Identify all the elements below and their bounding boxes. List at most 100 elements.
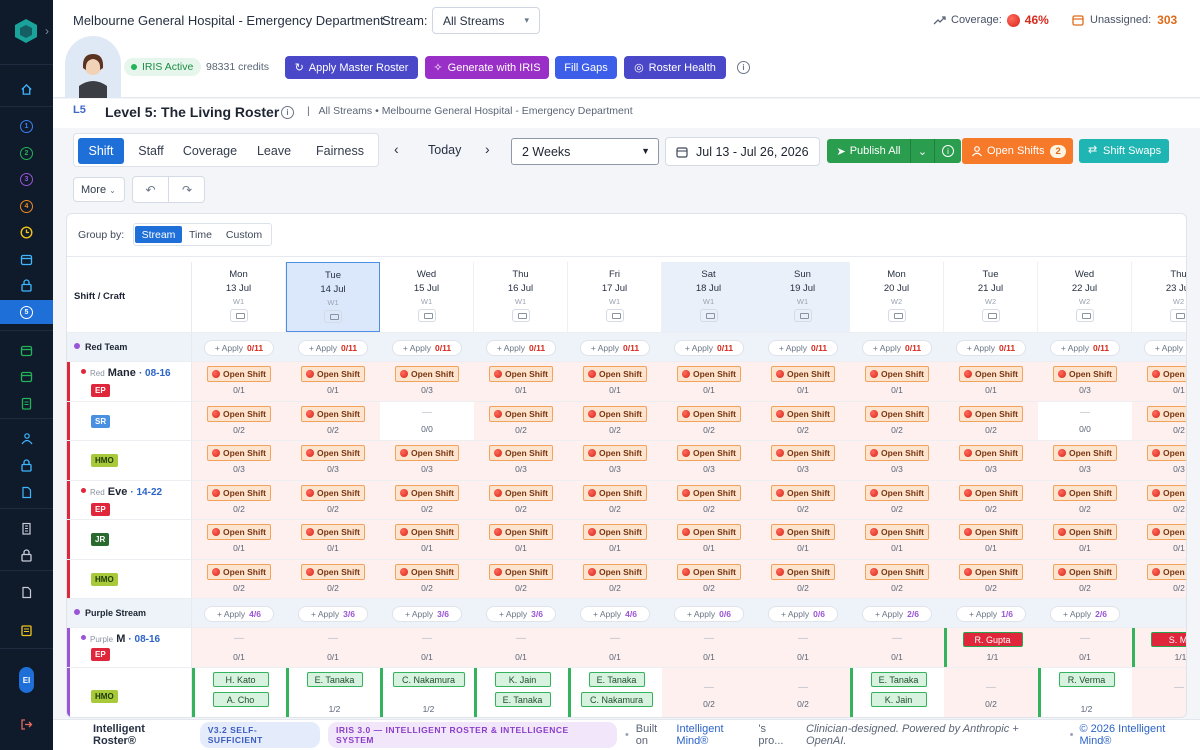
open-shift-button[interactable]: Open Shift [865, 366, 929, 382]
assigned-staff-pill[interactable]: A. Cho [212, 692, 269, 707]
day-header[interactable]: Sat 18 Jul W1 [662, 262, 756, 332]
level-4-icon[interactable]: 4 [0, 194, 53, 218]
roster-cell[interactable]: — 0/1 [850, 628, 944, 668]
open-shift-button[interactable]: Open Shift [301, 524, 365, 540]
publish-all-button[interactable]: ➤ Publish All [827, 139, 910, 163]
open-shift-button[interactable]: Open Shift [583, 366, 647, 382]
open-shift-button[interactable]: Open Shift [677, 405, 741, 422]
shift-swaps-button[interactable]: ⇄ Shift Swaps [1079, 139, 1169, 163]
assigned-staff-pill[interactable]: K. Jain [870, 692, 927, 707]
roster-cell[interactable]: — 0/1 [380, 628, 474, 668]
roster-cell[interactable]: Open Shift 0/1 [944, 362, 1038, 402]
open-shift-button[interactable]: Open Shift [865, 405, 929, 422]
roster-cell[interactable]: Open Shift 0/2 [286, 401, 380, 441]
roster-cell[interactable]: Open Shift 0/2 [286, 559, 380, 599]
roster-cell[interactable]: Open Shift 0/1 [662, 520, 756, 560]
roster-cell[interactable]: C. Nakamura 1/2 [380, 668, 474, 717]
roster-cell[interactable]: Open Shift 0/2 [568, 401, 662, 441]
open-shift-button[interactable]: Open Shift [301, 366, 365, 382]
stream-select[interactable]: All Streams ▾ [432, 7, 540, 34]
open-shift-button[interactable]: Open Shift [489, 484, 553, 501]
roster-cell[interactable]: R. Gupta 1/1 [944, 628, 1038, 668]
roster-cell[interactable]: Open Shift 0/2 [192, 401, 286, 441]
roster-cell[interactable]: Open Shift 0/2 [568, 480, 662, 520]
apply-pill[interactable]: + Apply0/11 [204, 340, 274, 356]
tab-staff[interactable]: Staff [129, 138, 173, 164]
apply-master-roster-button[interactable]: ↻ Apply Master Roster [285, 56, 418, 79]
roster-cell[interactable]: — 0/1 [192, 628, 286, 668]
comment-icon[interactable] [1169, 309, 1186, 322]
roster-cell[interactable]: Open Shift 0/2 [1132, 401, 1186, 441]
assigned-staff-pill[interactable]: E. Tanaka [588, 672, 645, 687]
roster-cell[interactable]: Open Shift 0/3 [756, 441, 850, 481]
apply-pill[interactable]: + Apply 2/6 [862, 606, 932, 622]
open-shift-button[interactable]: Open Shift [677, 366, 741, 382]
apply-pill[interactable]: + Apply 3/6 [298, 606, 368, 622]
assigned-staff-pill[interactable]: R. Gupta [962, 632, 1023, 647]
calendar-icon[interactable] [0, 247, 53, 271]
assigned-staff-pill[interactable]: E. Tanaka [306, 672, 363, 687]
open-shift-button[interactable]: Open Shift [959, 405, 1023, 422]
day-header[interactable]: Mon 13 Jul W1 [192, 262, 286, 332]
roster-cell[interactable]: Open Shift 0/2 [286, 480, 380, 520]
roster-cell[interactable]: E. Tanaka K. Jain [850, 668, 944, 717]
roster-cell[interactable]: E. Tanaka 1/2 [286, 668, 380, 717]
roster-cell[interactable]: — 0/2 [756, 668, 850, 717]
open-shift-button[interactable]: Open Shift [489, 366, 553, 382]
assigned-staff-pill[interactable]: S. Ma [1150, 632, 1186, 647]
roster-cell[interactable]: Open Shift 0/2 [474, 480, 568, 520]
roster-cell[interactable]: Open Shift 0/3 [192, 441, 286, 481]
roster-cell[interactable]: Open Shift 0/1 [850, 520, 944, 560]
generate-iris-button[interactable]: ✧ Generate with IRIS [425, 56, 549, 79]
open-shift-button[interactable]: Open Shift [489, 524, 553, 540]
day-header[interactable]: Thu 16 Jul W1 [474, 262, 568, 332]
roster-cell[interactable]: Open Shift 0/3 [944, 441, 1038, 481]
open-shift-button[interactable]: Open Shift [207, 484, 271, 501]
roster-cell[interactable]: Open Shift 0/1 [1038, 520, 1132, 560]
roster-cell[interactable]: — 0/1 [1038, 628, 1132, 668]
open-shift-button[interactable]: Open Shift [959, 484, 1023, 501]
tab-coverage[interactable]: Coverage [178, 138, 242, 164]
open-shift-button[interactable]: Open Shift [395, 524, 459, 540]
roster-cell[interactable]: Open Shift 0/2 [1038, 480, 1132, 520]
roster-cell[interactable]: Open Shift 0/1 [192, 362, 286, 402]
open-shift-button[interactable]: Open Shift [489, 563, 553, 580]
open-shift-button[interactable]: Open Shift [959, 524, 1023, 540]
open-shift-button[interactable]: Open Shift [583, 524, 647, 540]
prev-icon[interactable]: ‹ [394, 141, 399, 157]
roster-cell[interactable]: Open Shift 0/3 [1038, 362, 1132, 402]
open-shift-button[interactable]: Open Shift [207, 445, 271, 461]
open-shift-button[interactable]: Open Shift [865, 563, 929, 580]
roster-cell[interactable]: Open Shift 0/2 [756, 401, 850, 441]
open-shift-button[interactable]: Open Shift [583, 484, 647, 501]
open-shift-button[interactable]: Open Shift [677, 445, 741, 461]
apply-pill[interactable]: + Apply 0/6 [674, 606, 744, 622]
open-shift-button[interactable]: Open Shift [1053, 563, 1117, 580]
day-header[interactable]: Fri 17 Jul W1 [568, 262, 662, 332]
publish-info-icon[interactable]: i [934, 139, 961, 163]
day-header[interactable]: Wed 22 Jul W2 [1038, 262, 1132, 332]
date-range-picker[interactable]: Jul 13 - Jul 26, 2026 [665, 137, 820, 166]
roster-cell[interactable]: Open Shift 0/3 [1038, 441, 1132, 481]
roster-cell[interactable]: Open Shift 0/1 [474, 362, 568, 402]
apply-pill[interactable]: + Apply0/11 [392, 340, 462, 356]
day-header[interactable]: Tue 21 Jul W2 [944, 262, 1038, 332]
roster-cell[interactable]: Open Shift 0/1 [850, 362, 944, 402]
roster-cell[interactable]: Open Shift 0/1 [380, 520, 474, 560]
open-shift-button[interactable]: Open Shift [583, 563, 647, 580]
open-shift-button[interactable]: Open Shift [395, 563, 459, 580]
apply-pill[interactable]: + Apply 3/6 [392, 606, 462, 622]
fill-gaps-button[interactable]: Fill Gaps [555, 56, 617, 79]
day-header[interactable]: Wed 15 Jul W1 [380, 262, 474, 332]
apply-pill[interactable]: + Apply 1/6 [956, 606, 1026, 622]
roster-health-button[interactable]: ◎ Roster Health [624, 56, 726, 79]
comment-icon[interactable] [981, 309, 1000, 322]
level-5-icon[interactable]: 5 [0, 300, 53, 324]
roster-cell[interactable]: Open Shift 0/1 [568, 362, 662, 402]
roster-cell[interactable]: — 0/1 [286, 628, 380, 668]
roster-cell[interactable]: H. Kato A. Cho [192, 668, 286, 717]
today-button[interactable]: Today [428, 143, 461, 157]
open-shift-button[interactable]: Open Shift [301, 563, 365, 580]
open-shift-button[interactable]: Open Shift [771, 484, 835, 501]
profile-avatar[interactable] [65, 36, 121, 98]
